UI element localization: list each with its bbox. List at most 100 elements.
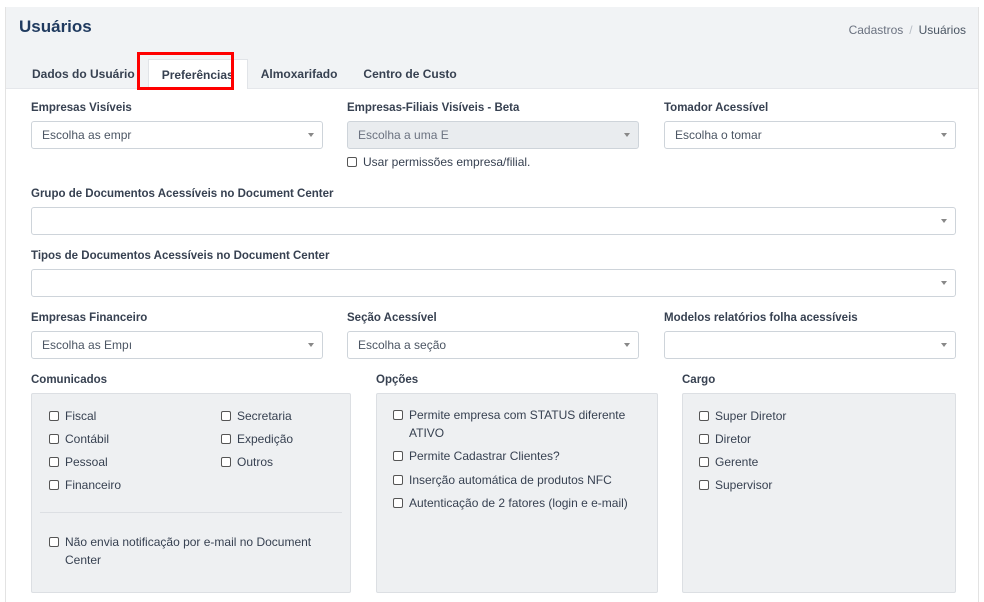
- chevron-down-icon: [308, 343, 314, 347]
- chevron-down-icon: [941, 281, 947, 285]
- chevron-down-icon: [941, 343, 947, 347]
- cargo-label: Cargo: [682, 374, 716, 386]
- empresas-visiveis-placeholder: Escolha as empr: [42, 128, 132, 142]
- cargo-super-diretor-checkbox[interactable]: Super Diretor: [699, 409, 786, 423]
- breadcrumb-cadastros[interactable]: Cadastros: [849, 23, 904, 37]
- cargo-supervisor-checkbox[interactable]: Supervisor: [699, 478, 772, 492]
- opcoes-panel: Permite empresa com STATUS diferente ATI…: [376, 393, 658, 593]
- checkbox-box: [49, 434, 59, 444]
- chevron-down-icon: [624, 133, 630, 137]
- tab-dados-do-usuario[interactable]: Dados do Usuário: [19, 59, 148, 89]
- modelos-relatorios-label: Modelos relatórios folha acessíveis: [664, 312, 858, 324]
- empresas-financeiro-select[interactable]: Escolha as Empı: [31, 331, 323, 359]
- tipos-documentos-label: Tipos de Documentos Acessíveis no Docume…: [31, 250, 330, 262]
- tab-preferencias[interactable]: Preferências: [147, 59, 248, 89]
- users-page: Usuários Cadastros / Usuários Dados do Usu…: [5, 7, 979, 602]
- checkbox-box: [393, 475, 403, 485]
- checkbox-box: [49, 480, 59, 490]
- checkbox-box: [49, 411, 59, 421]
- empresas-filiais-select[interactable]: Escolha a uma E: [347, 121, 639, 149]
- comunicado-fiscal-checkbox[interactable]: Fiscal: [49, 409, 96, 423]
- comunicados-panel: Fiscal Secretaria Contábil Expedição Pes…: [31, 393, 351, 593]
- opcao-insercao-nfc-checkbox[interactable]: Inserção automática de produtos NFC: [393, 471, 648, 489]
- opcao-status-diferente-checkbox[interactable]: Permite empresa com STATUS diferente ATI…: [393, 406, 633, 442]
- checkbox-label: Contábil: [65, 432, 110, 446]
- modelos-relatorios-select[interactable]: [664, 331, 956, 359]
- checkbox-label: Permite empresa com STATUS diferente ATI…: [409, 408, 626, 440]
- panel-divider: [40, 512, 342, 513]
- chevron-down-icon: [941, 133, 947, 137]
- chevron-down-icon: [308, 133, 314, 137]
- comunicado-financeiro-checkbox[interactable]: Financeiro: [49, 478, 121, 492]
- opcao-cadastrar-clientes-checkbox[interactable]: Permite Cadastrar Clientes?: [393, 447, 648, 465]
- comunicado-outros-checkbox[interactable]: Outros: [221, 455, 273, 469]
- cargo-diretor-checkbox[interactable]: Diretor: [699, 432, 751, 446]
- checkbox-box: [393, 451, 403, 461]
- comunicado-pessoal-checkbox[interactable]: Pessoal: [49, 455, 108, 469]
- checkbox-box: [49, 537, 59, 547]
- checkbox-label: Supervisor: [715, 478, 773, 492]
- checkbox-label: Diretor: [715, 432, 752, 446]
- secao-label: Seção Acessível: [347, 312, 437, 324]
- secao-select[interactable]: Escolha a seção: [347, 331, 639, 359]
- tomador-placeholder: Escolha o tomar: [675, 128, 762, 142]
- empresas-financeiro-label: Empresas Financeiro: [31, 312, 148, 324]
- checkbox-box: [393, 410, 403, 420]
- cargo-gerente-checkbox[interactable]: Gerente: [699, 455, 758, 469]
- usar-permissoes-checkbox[interactable]: Usar permissões empresa/filial.: [347, 155, 530, 169]
- usar-permissoes-label: Usar permissões empresa/filial.: [363, 155, 531, 169]
- checkbox-label: Fiscal: [65, 409, 97, 423]
- empresas-visiveis-select[interactable]: Escolha as empr: [31, 121, 323, 149]
- empresas-filiais-label: Empresas-Filiais Visíveis - Beta: [347, 102, 520, 114]
- checkbox-label: Secretaria: [237, 409, 292, 423]
- tab-almoxarifado[interactable]: Almoxarifado: [248, 59, 351, 89]
- checkbox-box: [699, 480, 709, 490]
- preferences-form: Empresas Visíveis Escolha as empr Empres…: [6, 90, 978, 602]
- checkbox-label: Expedição: [237, 432, 294, 446]
- empresas-financeiro-placeholder: Escolha as Empı: [42, 338, 133, 352]
- breadcrumb-usuarios: Usuários: [918, 23, 966, 37]
- opcao-2fa-checkbox[interactable]: Autenticação de 2 fatores (login e e-mai…: [393, 494, 653, 512]
- breadcrumb: Cadastros / Usuários: [849, 23, 966, 37]
- breadcrumb-separator: /: [909, 23, 913, 37]
- checkbox-box: [221, 434, 231, 444]
- checkbox-box: [699, 457, 709, 467]
- checkbox-label: Pessoal: [65, 455, 108, 469]
- checkbox-label: Autenticação de 2 fatores (login e e-mai…: [409, 496, 628, 510]
- tomador-select[interactable]: Escolha o tomar: [664, 121, 956, 149]
- cargo-panel: Super Diretor Diretor Gerente Supervisor: [682, 393, 956, 593]
- checkbox-label: Inserção automática de produtos NFC: [409, 473, 612, 487]
- page-title: Usuários: [19, 17, 92, 36]
- checkbox-box: [347, 157, 357, 167]
- comunicado-secretaria-checkbox[interactable]: Secretaria: [221, 409, 292, 423]
- checkbox-box: [221, 411, 231, 421]
- tab-bar: Dados do Usuário Preferências Almoxarifa…: [19, 59, 470, 89]
- empresas-visiveis-label: Empresas Visíveis: [31, 102, 132, 114]
- comunicado-contabil-checkbox[interactable]: Contábil: [49, 432, 109, 446]
- comunicado-expedicao-checkbox[interactable]: Expedição: [221, 432, 293, 446]
- grupo-documentos-select[interactable]: [31, 207, 956, 235]
- chevron-down-icon: [941, 219, 947, 223]
- page-header: Usuários Cadastros / Usuários Dados do Usu…: [6, 7, 978, 90]
- comunicados-label: Comunicados: [31, 374, 108, 386]
- chevron-down-icon: [624, 343, 630, 347]
- checkbox-label: Financeiro: [65, 478, 122, 492]
- checkbox-box: [393, 498, 403, 508]
- tomador-label: Tomador Acessível: [664, 102, 769, 114]
- checkbox-box: [221, 457, 231, 467]
- checkbox-label: Outros: [237, 455, 274, 469]
- secao-placeholder: Escolha a seção: [358, 338, 447, 352]
- tipos-documentos-select[interactable]: [31, 269, 956, 297]
- nao-envia-notificacao-checkbox[interactable]: Não envia notificação por e-mail no Docu…: [49, 533, 319, 569]
- checkbox-box: [699, 411, 709, 421]
- checkbox-box: [699, 434, 709, 444]
- opcoes-label: Opções: [376, 374, 419, 386]
- checkbox-label: Não envia notificação por e-mail no Docu…: [65, 535, 312, 567]
- grupo-documentos-label: Grupo de Documentos Acessíveis no Docume…: [31, 188, 334, 200]
- tab-centro-de-custo[interactable]: Centro de Custo: [350, 59, 469, 89]
- checkbox-label: Super Diretor: [715, 409, 787, 423]
- empresas-filiais-placeholder: Escolha a uma E: [358, 128, 449, 142]
- checkbox-box: [49, 457, 59, 467]
- checkbox-label: Gerente: [715, 455, 759, 469]
- checkbox-label: Permite Cadastrar Clientes?: [409, 449, 560, 463]
